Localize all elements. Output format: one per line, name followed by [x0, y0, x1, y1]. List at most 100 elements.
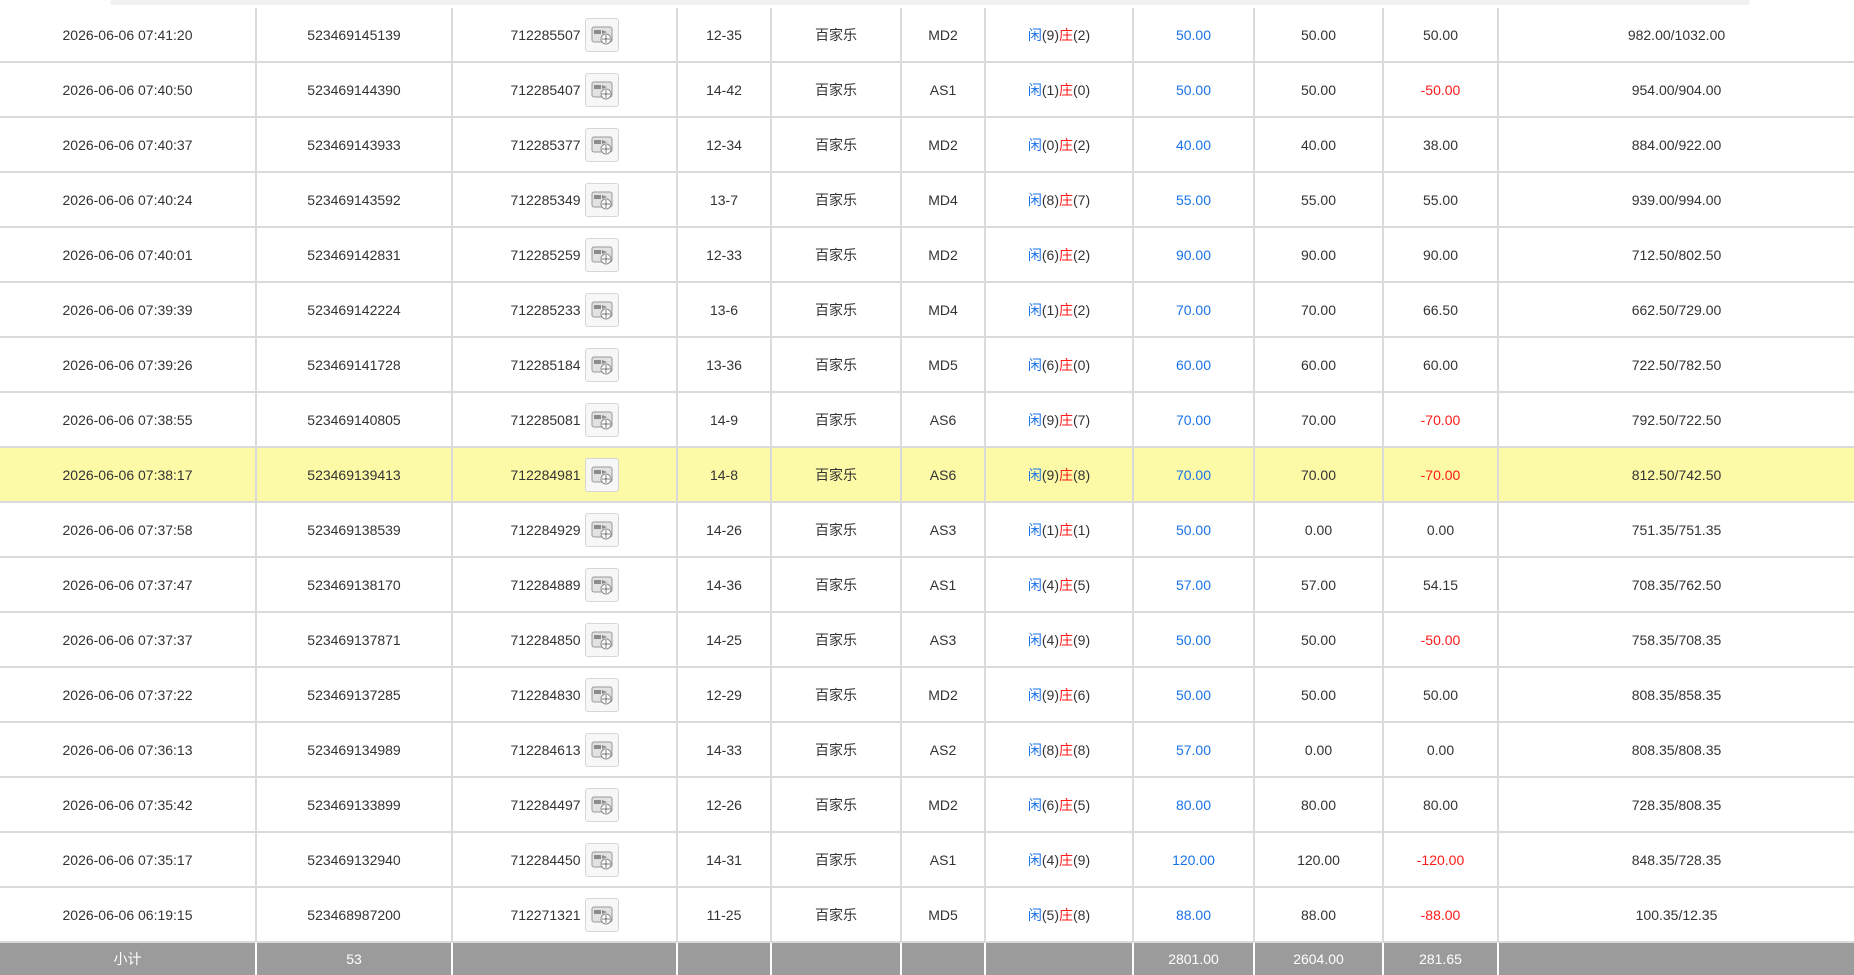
video-replay-icon[interactable] — [584, 72, 619, 107]
game-number-cell: 712285184 — [452, 337, 678, 393]
game-type: 百家乐 — [771, 447, 902, 503]
video-replay-icon[interactable] — [584, 787, 619, 822]
banker-label: 庄 — [1059, 246, 1073, 263]
banker-label: 庄 — [1059, 906, 1073, 923]
game-number: 712284613 — [510, 741, 581, 758]
bet-time: 2026-06-06 06:19:15 — [0, 887, 257, 943]
shoe-round: 14-36 — [677, 557, 772, 613]
bet-amount[interactable]: 70.00 — [1133, 392, 1255, 448]
result-cell: 闲(9)庄(2) — [985, 8, 1134, 63]
game-number-cell: 712284981 — [452, 447, 678, 503]
game-number: 712284981 — [510, 466, 581, 483]
bet-amount[interactable]: 55.00 — [1133, 172, 1255, 228]
balance-before-after: 722.50/782.50 — [1498, 337, 1854, 393]
bet-amount[interactable]: 57.00 — [1133, 557, 1255, 613]
banker-points: 7 — [1077, 191, 1086, 208]
player-label: 闲 — [1027, 356, 1042, 373]
bet-amount[interactable]: 120.00 — [1133, 832, 1255, 888]
subtotal-bet-amount: 2801.00 — [1133, 942, 1255, 975]
bet-amount[interactable]: 70.00 — [1133, 282, 1255, 338]
player-points: 6 — [1046, 356, 1055, 373]
balance-before-after: 808.35/808.35 — [1498, 722, 1854, 778]
bet-amount[interactable]: 50.00 — [1133, 62, 1255, 118]
game-number: 712285507 — [510, 26, 581, 43]
bet-amount[interactable]: 80.00 — [1133, 777, 1255, 833]
video-replay-icon[interactable] — [584, 622, 619, 657]
balance-before-after: 708.35/762.50 — [1498, 557, 1854, 613]
bet-time: 2026-06-06 07:40:37 — [0, 117, 257, 173]
bet-time: 2026-06-06 07:39:26 — [0, 337, 257, 393]
valid-bet: 70.00 — [1254, 282, 1384, 338]
game-type: 百家乐 — [771, 392, 902, 448]
bet-amount[interactable]: 50.00 — [1133, 502, 1255, 558]
subtotal-win-loss: 281.65 — [1383, 942, 1499, 975]
video-replay-icon[interactable] — [584, 457, 619, 492]
banker-points: 6 — [1077, 686, 1086, 703]
video-replay-icon[interactable] — [584, 897, 619, 932]
win-loss: 0.00 — [1383, 502, 1499, 558]
scrollbar-thumb[interactable] — [110, 0, 1750, 5]
banker-points: 9 — [1077, 631, 1086, 648]
result-cell: 闲(1)庄(0) — [985, 62, 1134, 118]
game-type: 百家乐 — [771, 282, 902, 338]
video-replay-icon[interactable] — [584, 182, 619, 217]
result-cell: 闲(9)庄(8) — [985, 447, 1134, 503]
valid-bet: 80.00 — [1254, 777, 1384, 833]
banker-label: 庄 — [1059, 631, 1073, 648]
banker-points: 8 — [1077, 906, 1086, 923]
valid-bet: 50.00 — [1254, 62, 1384, 118]
bet-time: 2026-06-06 07:38:17 — [0, 447, 257, 503]
game-number-cell: 712284889 — [452, 557, 678, 613]
video-replay-icon[interactable] — [584, 732, 619, 767]
bet-amount[interactable]: 40.00 — [1133, 117, 1255, 173]
game-number-cell: 712285233 — [452, 282, 678, 338]
player-label: 闲 — [1027, 521, 1042, 538]
result-cell: 闲(8)庄(7) — [985, 172, 1134, 228]
banker-points: 2 — [1077, 26, 1086, 43]
order-number: 523469134989 — [256, 722, 453, 778]
game-number-cell: 712284830 — [452, 667, 678, 723]
bet-amount[interactable]: 50.00 — [1133, 8, 1255, 63]
video-replay-icon[interactable] — [584, 842, 619, 877]
game-type: 百家乐 — [771, 8, 902, 63]
win-loss: -50.00 — [1383, 62, 1499, 118]
bet-amount[interactable]: 50.00 — [1133, 667, 1255, 723]
bet-amount[interactable]: 88.00 — [1133, 887, 1255, 943]
game-type: 百家乐 — [771, 117, 902, 173]
order-number: 523469138539 — [256, 502, 453, 558]
video-replay-icon[interactable] — [584, 17, 619, 52]
video-replay-icon[interactable] — [584, 292, 619, 327]
video-replay-icon[interactable] — [584, 347, 619, 382]
video-replay-icon[interactable] — [584, 127, 619, 162]
game-number-cell: 712271321 — [452, 887, 678, 943]
bet-amount[interactable]: 70.00 — [1133, 447, 1255, 503]
banker-points: 2 — [1077, 246, 1086, 263]
bet-amount[interactable]: 60.00 — [1133, 337, 1255, 393]
game-number-cell: 712284929 — [452, 502, 678, 558]
game-type: 百家乐 — [771, 612, 902, 668]
video-replay-icon[interactable] — [584, 237, 619, 272]
game-number-cell: 712285407 — [452, 62, 678, 118]
banker-label: 庄 — [1059, 191, 1073, 208]
game-number: 712285081 — [510, 411, 581, 428]
bet-amount[interactable]: 90.00 — [1133, 227, 1255, 283]
banker-label: 庄 — [1059, 301, 1073, 318]
banker-label: 庄 — [1059, 26, 1073, 43]
game-number: 712285184 — [510, 356, 581, 373]
valid-bet: 55.00 — [1254, 172, 1384, 228]
player-points: 6 — [1046, 796, 1055, 813]
video-replay-icon[interactable] — [584, 677, 619, 712]
video-replay-icon[interactable] — [584, 512, 619, 547]
shoe-round: 14-9 — [677, 392, 772, 448]
game-number-cell: 712285507 — [452, 8, 678, 63]
video-replay-icon[interactable] — [584, 402, 619, 437]
game-number: 712284850 — [510, 631, 581, 648]
bet-amount[interactable]: 50.00 — [1133, 612, 1255, 668]
bet-time: 2026-06-06 07:37:22 — [0, 667, 257, 723]
bet-amount[interactable]: 57.00 — [1133, 722, 1255, 778]
video-replay-icon[interactable] — [584, 567, 619, 602]
win-loss: 50.00 — [1383, 667, 1499, 723]
table-code: MD2 — [901, 117, 986, 173]
win-loss: -70.00 — [1383, 392, 1499, 448]
horizontal-scrollbar[interactable] — [0, 0, 1854, 8]
